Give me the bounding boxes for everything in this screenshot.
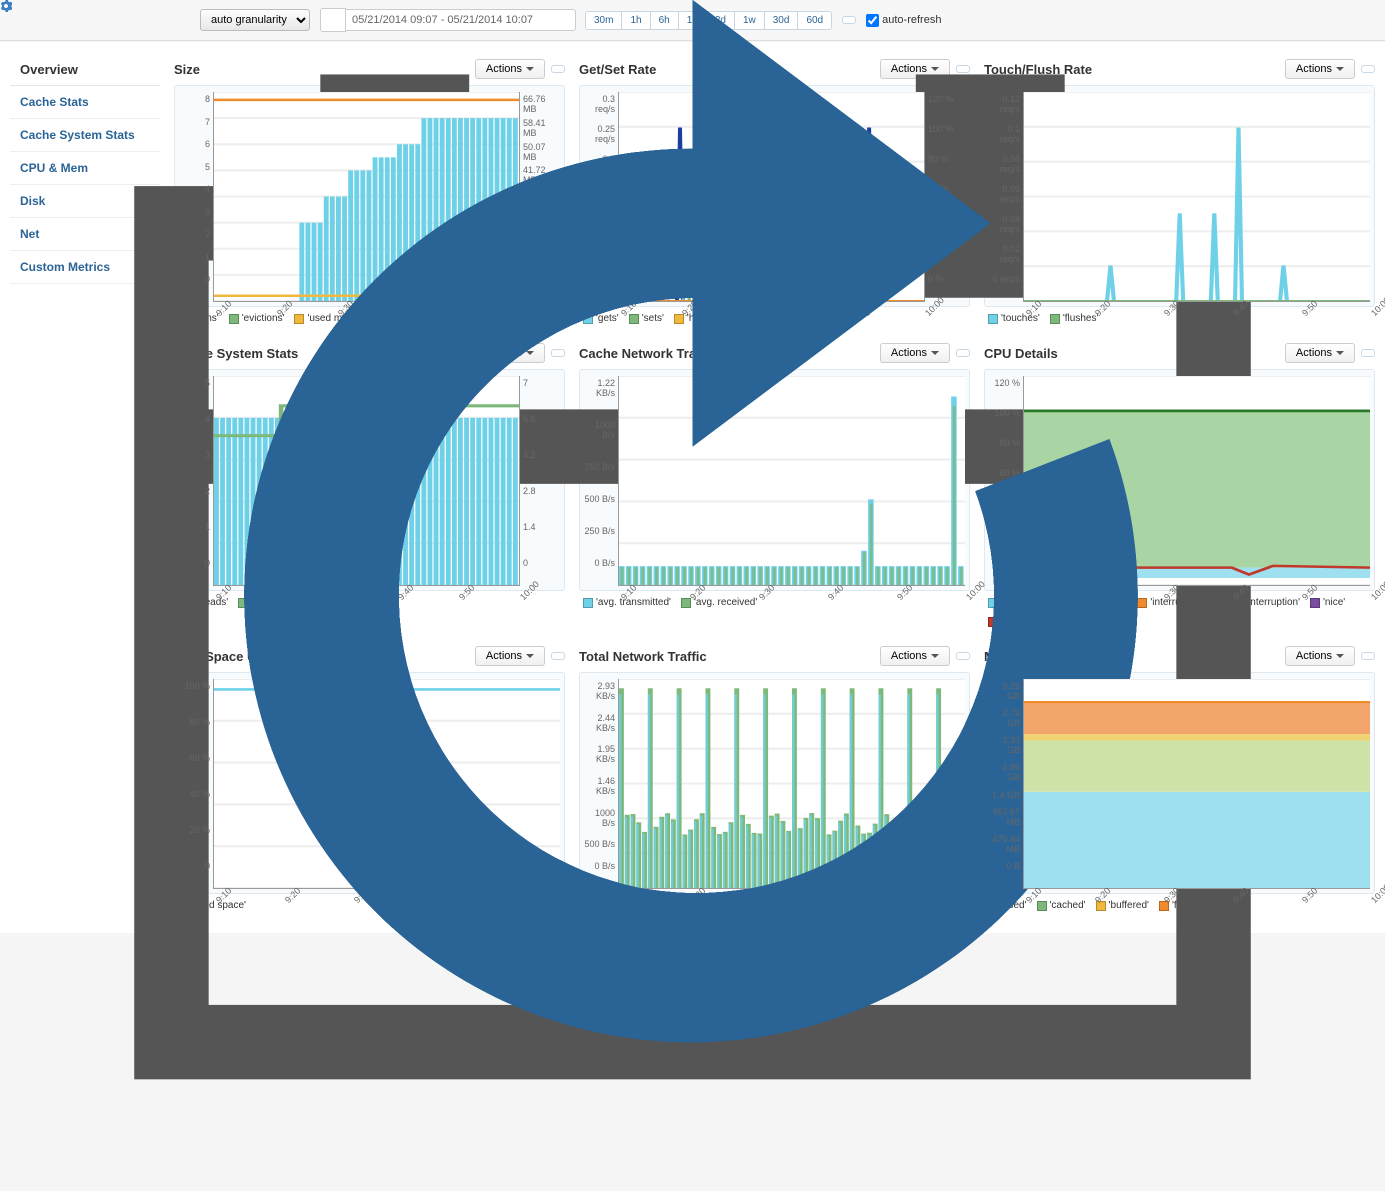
chart-plot[interactable]: 9:109:209:309:409:5010:00 <box>1023 679 1370 889</box>
panel-refresh[interactable] <box>1361 652 1375 660</box>
charts-grid: Size Actions 876543210 9:109:209:309:409… <box>160 54 1375 913</box>
panel-mem: Memory Details Actions 3.26 GB2.79 GB2.3… <box>984 641 1375 913</box>
